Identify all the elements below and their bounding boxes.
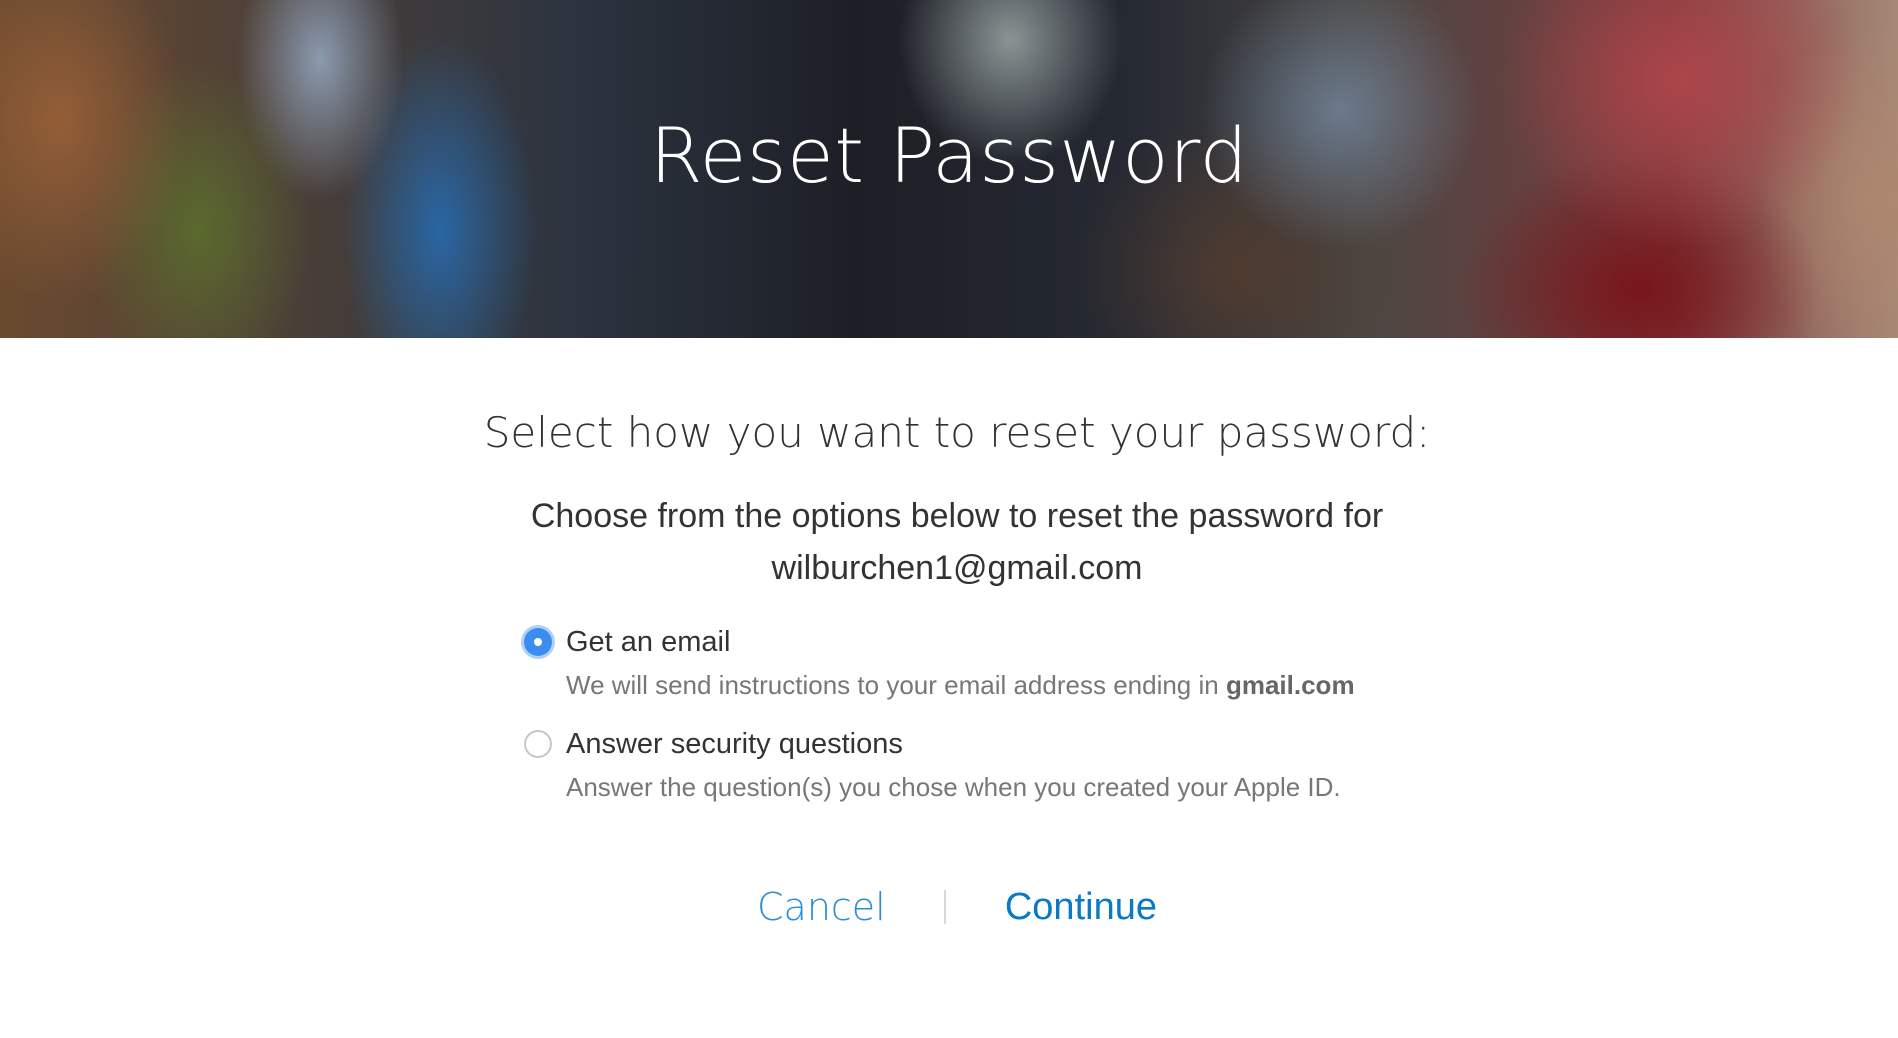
instructions: Choose from the options below to reset t… [0,490,1898,594]
reset-method-options: Get an email We will send instructions t… [524,624,1424,828]
option-security-questions-label: Answer security questions [566,728,903,760]
email-domain: gmail.com [1225,670,1355,700]
hero-banner: Reset Password [0,0,1898,338]
cancel-button[interactable]: Cancel [757,888,886,926]
instructions-text: Choose from the options below to reset t… [530,497,1384,535]
option-get-email-label: Get an email [566,626,731,658]
page-title: Reset Password [649,111,1249,200]
option-security-questions-description: Answer the question(s) you chose when yo… [566,772,1341,802]
option-get-email-description-text: We will send instructions to your email … [566,670,1219,700]
option-security-questions[interactable]: Answer security questions Answer the que… [524,726,1424,804]
option-get-email[interactable]: Get an email We will send instructions t… [524,624,1424,702]
action-bar: Cancel Continue [0,886,1898,926]
section-subtitle: Select how you want to reset your passwo… [483,408,1431,457]
reset-password-page: Reset Password Select how you want to re… [0,0,1898,1038]
action-divider [944,889,947,924]
radio-security-questions[interactable] [524,730,552,758]
option-get-email-description: We will send instructions to your email … [566,668,1424,702]
continue-button[interactable]: Continue [1005,888,1157,926]
account-email: wilburchen1@gmail.com [771,549,1143,587]
radio-get-email[interactable] [524,628,552,656]
